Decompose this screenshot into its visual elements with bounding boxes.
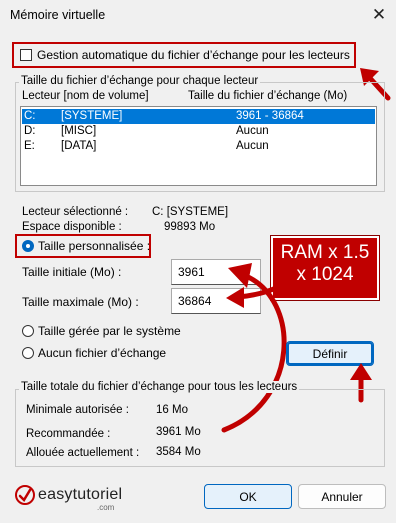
allocated-label: Allouée actuellement :	[26, 447, 140, 459]
recommended-label: Recommandée :	[26, 428, 111, 440]
logo-text: easytutoriel	[38, 486, 123, 503]
cancel-button[interactable]: Annuler	[298, 484, 386, 509]
totals-group-title: Taille totale du fichier d’échange pour …	[19, 381, 300, 393]
no-paging-radio[interactable]	[22, 347, 34, 359]
allocated-value: 3584 Mo	[156, 446, 201, 458]
min-allowed-value: 16 Mo	[156, 404, 188, 416]
easytutoriel-logo-icon	[15, 485, 35, 505]
system-managed-label[interactable]: Taille gérée par le système	[38, 324, 181, 338]
ok-button[interactable]: OK	[204, 484, 292, 509]
logo-sub: .com	[97, 503, 115, 512]
system-managed-radio[interactable]	[22, 325, 34, 337]
recommended-value: 3961 Mo	[156, 426, 201, 438]
no-paging-label[interactable]: Aucun fichier d’échange	[38, 346, 166, 360]
min-allowed-label: Minimale autorisée :	[26, 404, 129, 416]
